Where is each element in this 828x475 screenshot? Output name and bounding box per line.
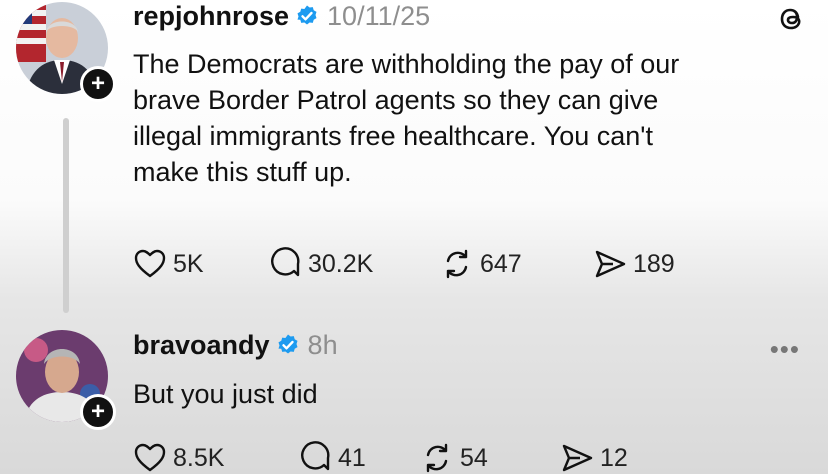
like-button[interactable]: 8.5K	[133, 441, 224, 475]
follow-plus-icon[interactable]: +	[80, 394, 116, 430]
thread-connector-line	[63, 118, 69, 313]
heart-icon	[134, 443, 166, 472]
reply-button[interactable]: 41	[298, 441, 366, 475]
share-count: 189	[633, 249, 675, 278]
repost-count: 647	[480, 249, 522, 278]
reply-count: 41	[338, 443, 366, 472]
post-timestamp: 8h	[307, 329, 338, 360]
post-text-line: But you just did	[133, 379, 318, 409]
repost-icon	[426, 443, 448, 473]
like-count: 8.5K	[173, 443, 225, 472]
repost-icon	[446, 249, 468, 279]
like-count: 5K	[173, 249, 204, 278]
username[interactable]: bravoandy	[133, 330, 270, 361]
post-timestamp: 10/11/25	[327, 0, 431, 31]
comment-icon	[301, 441, 330, 471]
threads-logo-icon[interactable]	[774, 2, 808, 36]
more-dots-icon[interactable]: •••	[770, 334, 800, 365]
send-icon	[595, 250, 626, 278]
post-text: The Democrats are withholding the pay of…	[133, 46, 679, 190]
share-button[interactable]: 12	[560, 441, 628, 475]
username[interactable]: repjohnrose	[133, 1, 289, 32]
repost-button[interactable]: 647	[440, 247, 522, 281]
reply-button[interactable]: 30.2K	[268, 247, 373, 281]
follow-plus-icon[interactable]: +	[80, 66, 116, 102]
share-count: 12	[600, 443, 628, 472]
verified-badge-icon	[297, 5, 317, 25]
like-button[interactable]: 5K	[133, 247, 204, 281]
comment-icon	[271, 247, 300, 277]
post-text-line: brave Border Patrol agents so they can g…	[133, 85, 659, 115]
verified-badge-icon	[278, 334, 298, 354]
repost-button[interactable]: 54	[420, 441, 488, 475]
share-button[interactable]: 189	[593, 247, 675, 281]
repost-count: 54	[460, 443, 488, 472]
post-header: bravoandy 8h	[133, 329, 338, 361]
post-header: repjohnrose 10/11/25	[133, 0, 430, 32]
heart-icon	[134, 249, 166, 278]
post-text-line: illegal immigrants free healthcare. You …	[133, 121, 653, 151]
reply-count: 30.2K	[308, 249, 374, 278]
send-icon	[562, 444, 593, 472]
post-text-line: make this stuff up.	[133, 157, 352, 187]
post-text: But you just did	[133, 376, 318, 412]
post-text-line: The Democrats are withholding the pay of…	[133, 49, 680, 79]
